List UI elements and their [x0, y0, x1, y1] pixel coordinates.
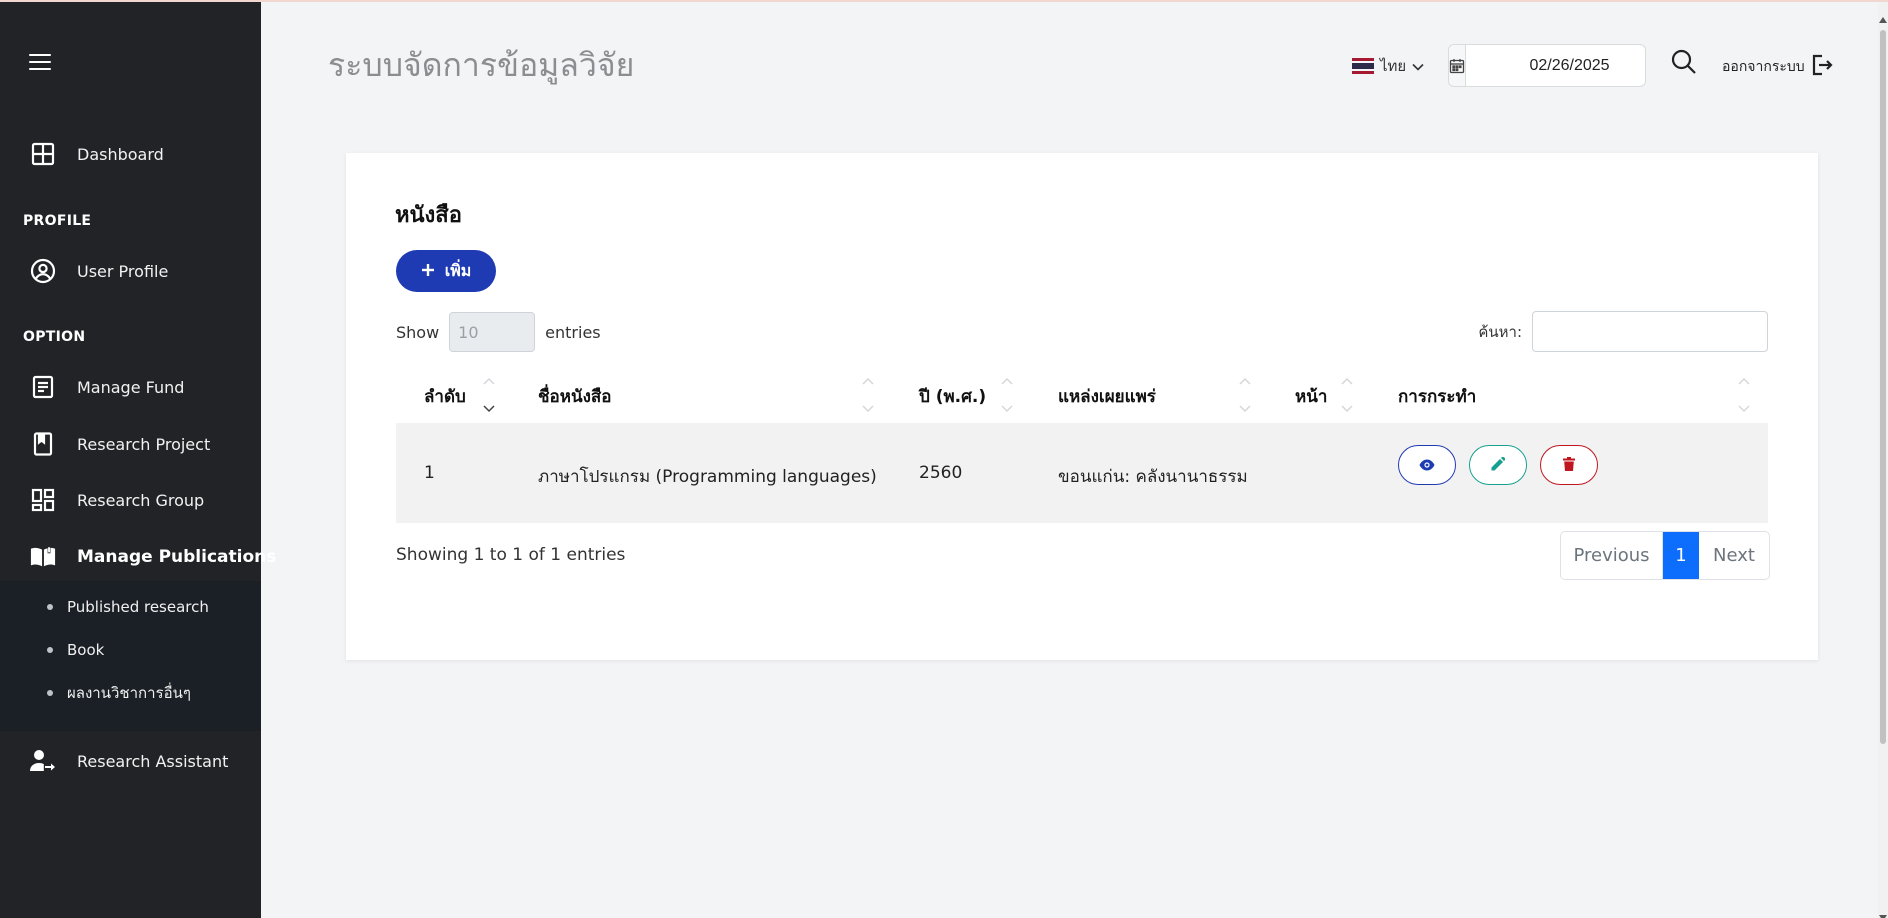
publications-submenu: Published research Book ผลงานวิชาการอื่น… [0, 581, 261, 731]
sidebar-item-label: User Profile [77, 261, 169, 281]
bullet-icon [47, 690, 53, 696]
sidebar-item-label: Research Assistant [77, 751, 229, 771]
eye-icon [1419, 456, 1435, 475]
calendar-icon[interactable] [1449, 45, 1466, 86]
open-book-icon [30, 544, 56, 570]
submenu-item-label: Published research [67, 598, 209, 616]
user-circle-icon [30, 258, 56, 284]
pagination: Previous 1 Next [1560, 531, 1770, 580]
sidebar-item-label: Manage Fund [77, 377, 185, 397]
sidebar-item-label: Research Group [77, 490, 205, 510]
cell-year: 2560 [919, 463, 963, 483]
sort-icon[interactable] [1000, 375, 1014, 415]
language-selector[interactable]: ไทย [1352, 54, 1424, 78]
bullet-icon [47, 647, 53, 653]
entries-select[interactable]: 10 [449, 312, 536, 352]
add-book-button[interactable]: เพิ่ม [396, 250, 496, 292]
submenu-item-book[interactable]: Book [0, 633, 261, 667]
scroll-down-arrow-icon[interactable] [1879, 906, 1887, 918]
column-header-pages[interactable]: หน้า [1295, 383, 1327, 410]
sort-icon [1737, 375, 1751, 415]
cell-book-title: ภาษาโปรแกรม (Programming languages) [538, 467, 877, 487]
sidebar-item-label: Manage Publications [77, 547, 277, 567]
section-title-profile: PROFILE [23, 213, 92, 229]
column-header-source[interactable]: แหล่งเผยแพร่ [1058, 383, 1156, 410]
sidebar-item-manage-fund[interactable]: Manage Fund [0, 365, 261, 409]
sidebar-item-research-project[interactable]: Research Project [0, 422, 261, 466]
document-icon [30, 374, 56, 400]
column-header-year[interactable]: ปี (พ.ศ.) [919, 383, 986, 410]
grid-icon [30, 141, 56, 167]
menu-toggle-icon[interactable] [29, 54, 51, 72]
page-button-1[interactable]: 1 [1663, 532, 1699, 579]
delete-button[interactable] [1540, 445, 1598, 485]
user-arrow-icon [30, 748, 56, 774]
section-title-option: OPTION [23, 329, 86, 345]
chevron-down-icon [1412, 57, 1424, 75]
sort-desc-icon[interactable] [482, 375, 496, 415]
card-title: หนังสือ [395, 203, 462, 228]
language-label: ไทย [1380, 57, 1407, 75]
scroll-up-arrow-icon[interactable] [1879, 8, 1887, 23]
table-search-input[interactable] [1532, 311, 1768, 352]
show-label: Show [396, 322, 440, 342]
submenu-item-label: Book [67, 641, 105, 659]
books-card: หนังสือ เพิ่ม Show 10 entries ค้นหา: ลำด… [346, 153, 1818, 660]
sidebar: Dashboard PROFILE User Profile OPTION Ma… [0, 2, 276, 918]
cell-no: 1 [424, 463, 435, 483]
view-button[interactable] [1398, 445, 1456, 485]
sidebar-item-label: Dashboard [77, 144, 164, 164]
previous-page-button[interactable]: Previous [1561, 532, 1663, 579]
table-header: ลำดับ ชื่อหนังสือ ปี (พ.ศ.) แหล่งเผยแพร่… [396, 365, 1768, 425]
next-page-button[interactable]: Next [1699, 532, 1769, 579]
app-title: ระบบจัดการข้อมูลวิจัย [328, 46, 635, 84]
sidebar-item-research-assistant[interactable]: Research Assistant [0, 739, 261, 783]
logout-label: ออกจากระบบ [1722, 59, 1805, 75]
pencil-icon [1491, 456, 1506, 475]
scrollbar-thumb[interactable] [1880, 30, 1886, 744]
table-info: Showing 1 to 1 of 1 entries [396, 545, 626, 565]
cell-source: ขอนแก่น: คลังนานาธรรม [1058, 467, 1248, 487]
column-header-no[interactable]: ลำดับ [424, 383, 466, 410]
submenu-item-other-works[interactable]: ผลงานวิชาการอื่นๆ [0, 676, 261, 710]
search-icon[interactable] [1670, 48, 1698, 76]
entries-length-control: Show 10 entries [396, 312, 601, 352]
table-row: 1 ภาษาโปรแกรม (Programming languages) 25… [396, 423, 1768, 523]
submenu-item-published-research[interactable]: Published research [0, 590, 261, 624]
submenu-item-label: ผลงานวิชาการอื่นๆ [67, 684, 191, 702]
edit-button[interactable] [1469, 445, 1527, 485]
top-border [0, 0, 1888, 2]
sidebar-item-label: Research Project [77, 434, 211, 454]
plus-icon [421, 262, 435, 281]
sidebar-item-manage-publications[interactable]: Manage Publications [0, 535, 276, 579]
logout-button[interactable]: ออกจากระบบ [1722, 54, 1833, 80]
logout-icon [1811, 54, 1833, 80]
entries-label: entries [545, 322, 601, 342]
table-search: ค้นหา: [1478, 311, 1768, 352]
bullet-icon [47, 604, 53, 610]
date-picker [1448, 44, 1673, 87]
sort-icon[interactable] [1238, 375, 1252, 415]
add-button-label: เพิ่ม [444, 260, 472, 280]
date-input[interactable] [1466, 45, 1673, 86]
column-header-actions: การกระทำ [1398, 387, 1477, 407]
column-header-book-title[interactable]: ชื่อหนังสือ [538, 383, 611, 410]
bookmark-book-icon [30, 431, 56, 457]
search-label: ค้นหา: [1478, 322, 1522, 341]
sidebar-item-research-group[interactable]: Research Group [0, 478, 261, 522]
thai-flag-icon [1352, 58, 1374, 75]
sort-icon[interactable] [1340, 375, 1354, 415]
dashboard-blocks-icon [30, 487, 56, 513]
sort-icon[interactable] [861, 375, 875, 415]
trash-icon [1563, 456, 1575, 475]
sidebar-item-user-profile[interactable]: User Profile [0, 249, 261, 293]
sidebar-item-dashboard[interactable]: Dashboard [0, 132, 261, 176]
